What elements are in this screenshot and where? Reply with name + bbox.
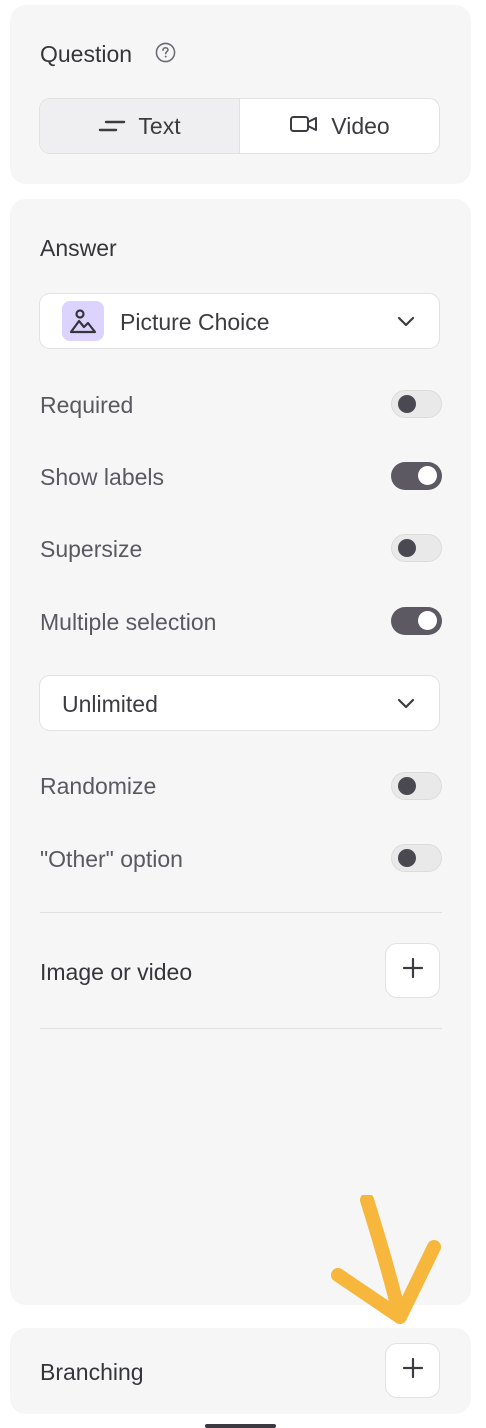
add-image-or-video-button[interactable]: [385, 943, 440, 998]
video-camera-icon: [289, 113, 319, 140]
image-icon: [62, 301, 104, 341]
show-labels-toggle[interactable]: [391, 462, 442, 490]
chevron-down-icon: [397, 314, 415, 332]
plus-icon: [402, 1357, 424, 1384]
multiple-selection-label: Multiple selection: [40, 609, 217, 635]
divider: [40, 1028, 442, 1029]
branching-card: Branching: [10, 1328, 471, 1414]
required-toggle[interactable]: [391, 390, 442, 418]
answer-card: Answer Picture Choice Required Show labe…: [10, 199, 471, 1305]
supersize-label: Supersize: [40, 536, 143, 562]
required-label: Required: [40, 392, 134, 418]
show-labels-label: Show labels: [40, 464, 165, 490]
answer-type-value: Picture Choice: [120, 309, 270, 335]
plus-icon: [402, 957, 424, 984]
tab-video-label: Video: [331, 112, 390, 139]
add-branching-button[interactable]: [385, 1343, 440, 1398]
other-option-label: "Other" option: [40, 846, 183, 872]
question-type-toggle: Text Video: [39, 98, 440, 154]
question-circle-icon[interactable]: [155, 42, 176, 68]
randomize-toggle[interactable]: [391, 772, 442, 800]
divider: [40, 912, 442, 913]
arrow-annotation-icon: [330, 1193, 445, 1332]
question-title: Question: [40, 41, 133, 67]
chevron-down-icon: [397, 696, 415, 714]
randomize-label: Randomize: [40, 773, 157, 799]
multiple-selection-toggle[interactable]: [391, 607, 442, 635]
answer-title: Answer: [40, 235, 117, 261]
selection-limit-select[interactable]: Unlimited: [39, 675, 440, 731]
home-indicator: [205, 1424, 276, 1428]
question-card: Question Text Video: [10, 5, 471, 184]
text-lines-icon: [98, 113, 126, 140]
answer-type-select[interactable]: Picture Choice: [39, 293, 440, 349]
branching-label: Branching: [40, 1359, 144, 1385]
image-or-video-label: Image or video: [40, 959, 193, 985]
other-option-toggle[interactable]: [391, 844, 442, 872]
tab-text[interactable]: Text: [40, 99, 240, 153]
supersize-toggle[interactable]: [391, 534, 442, 562]
selection-limit-value: Unlimited: [62, 691, 158, 717]
tab-video[interactable]: Video: [240, 99, 439, 153]
tab-text-label: Text: [138, 112, 181, 139]
